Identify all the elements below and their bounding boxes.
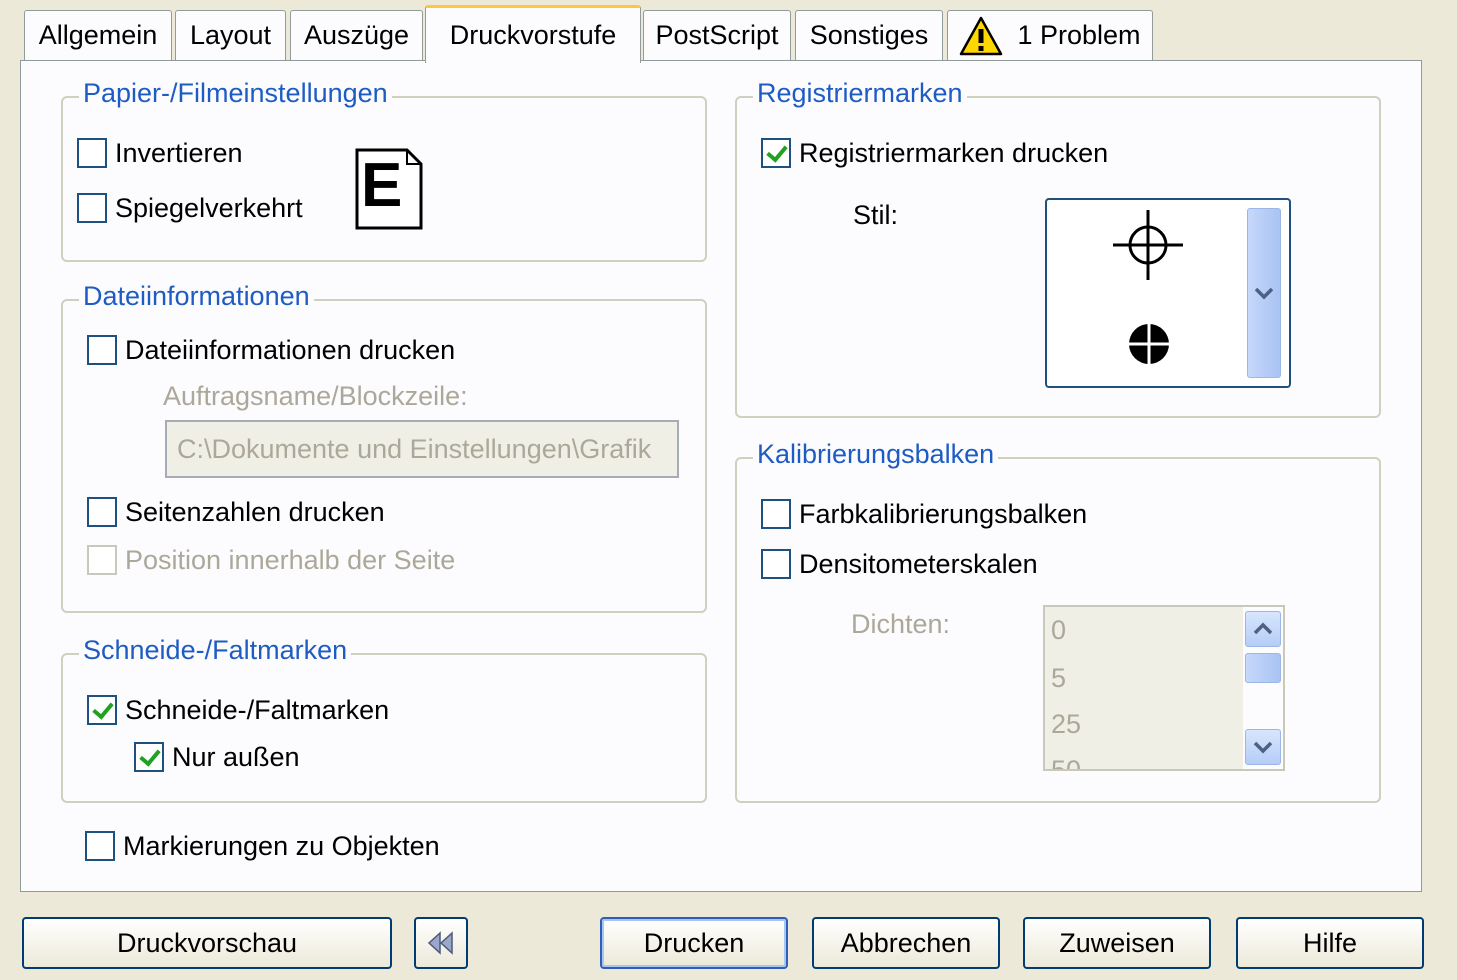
tab-problem[interactable]: 1 Problem <box>947 10 1153 60</box>
style-scrollbar[interactable] <box>1247 208 1281 378</box>
tab-layout[interactable]: Layout <box>175 10 286 60</box>
tab-druckvorstufe[interactable]: Druckvorstufe <box>425 5 641 63</box>
outside-only-checkbox[interactable] <box>134 742 164 772</box>
paper-group: Papier-/Filmeinstellungen Invertieren Sp… <box>61 78 707 262</box>
tab-label: Allgemein <box>38 20 158 50</box>
fileinfo-group-title: Dateiinformationen <box>79 281 314 312</box>
style-label: Stil: <box>853 200 899 230</box>
cutmarks-group: Schneide-/Faltmarken Schneide-/Faltmarke… <box>61 635 707 803</box>
chevron-up-icon <box>1253 622 1273 635</box>
mirror-label: Spiegelverkehrt <box>115 193 303 223</box>
rewind-icon <box>427 931 453 955</box>
tab-label: PostScript <box>655 20 779 50</box>
mirror-checkbox[interactable] <box>77 193 107 223</box>
jobname-input[interactable]: C:\Dokumente und Einstellungen\Grafik <box>165 420 679 478</box>
help-button[interactable]: Hilfe <box>1236 917 1424 969</box>
page-preview-icon: E <box>355 148 423 230</box>
densitometer-label: Densitometerskalen <box>799 549 1038 579</box>
fileinfo-print-label: Dateiinformationen drucken <box>125 335 456 365</box>
density-item[interactable]: 5 <box>1051 663 1066 694</box>
collapse-button[interactable] <box>414 917 468 969</box>
position-checkbox[interactable] <box>87 545 117 575</box>
tab-label: Layout <box>189 20 272 50</box>
outside-only-label: Nur außen <box>172 742 300 772</box>
scroll-down-button[interactable] <box>1245 729 1281 765</box>
apply-button[interactable]: Zuweisen <box>1023 917 1211 969</box>
tab-allgemein[interactable]: Allgemein <box>24 10 172 60</box>
invert-checkbox[interactable] <box>77 138 107 168</box>
densitometer-checkbox[interactable] <box>761 549 791 579</box>
cancel-button[interactable]: Abbrechen <box>812 917 1000 969</box>
pagenum-label: Seitenzahlen drucken <box>125 497 385 527</box>
position-label: Position innerhalb der Seite <box>125 545 456 575</box>
jobname-label: Auftragsname/Blockzeile: <box>163 381 468 411</box>
densities-scrollbar[interactable] <box>1243 607 1283 769</box>
tab-label: Sonstiges <box>809 20 929 50</box>
invert-label: Invertieren <box>115 138 243 168</box>
densities-listbox[interactable]: 0 5 25 50 <box>1043 605 1285 771</box>
style-listbox[interactable] <box>1045 198 1291 388</box>
regmarks-print-label: Registriermarken drucken <box>799 138 1109 168</box>
tab-label: 1 Problem <box>1017 20 1141 50</box>
regmarks-group: Registriermarken Registriermarken drucke… <box>735 78 1381 418</box>
crosshair-mark-option[interactable] <box>1111 208 1185 282</box>
objects-marks-label: Markierungen zu Objekten <box>123 831 440 861</box>
tab-label: Druckvorstufe <box>449 20 617 50</box>
tab-postscript[interactable]: PostScript <box>643 10 791 60</box>
density-item[interactable]: 0 <box>1051 615 1066 646</box>
objects-marks-checkbox[interactable] <box>85 831 115 861</box>
regmarks-group-title: Registriermarken <box>753 78 967 109</box>
color-calib-checkbox[interactable] <box>761 499 791 529</box>
calib-group: Kalibrierungsbalken Farbkalibrierungsbal… <box>735 439 1381 803</box>
print-preview-button[interactable]: Druckvorschau <box>22 917 392 969</box>
cutmarks-checkbox[interactable] <box>87 695 117 725</box>
scroll-thumb[interactable] <box>1245 653 1281 683</box>
scroll-up-button[interactable] <box>1245 611 1281 647</box>
regmarks-print-checkbox[interactable] <box>761 138 791 168</box>
print-button[interactable]: Drucken <box>600 917 788 969</box>
preview-letter: E <box>361 151 403 220</box>
pagenum-checkbox[interactable] <box>87 497 117 527</box>
chevron-down-icon <box>1253 741 1273 754</box>
solid-mark-option[interactable] <box>1127 322 1171 366</box>
tab-auszuege[interactable]: Auszüge <box>290 10 423 60</box>
tab-label: Auszüge <box>303 20 410 50</box>
tab-panel: Papier-/Filmeinstellungen Invertieren Sp… <box>20 60 1422 892</box>
tab-sonstiges[interactable]: Sonstiges <box>795 10 943 60</box>
color-calib-label: Farbkalibrierungsbalken <box>799 499 1088 529</box>
cutmarks-label: Schneide-/Faltmarken <box>125 695 390 725</box>
fileinfo-group: Dateiinformationen Dateiinformationen dr… <box>61 281 707 613</box>
cutmarks-group-title: Schneide-/Faltmarken <box>79 635 352 666</box>
fileinfo-print-checkbox[interactable] <box>87 335 117 365</box>
density-item[interactable]: 25 <box>1051 709 1081 740</box>
densities-label: Dichten: <box>851 609 951 639</box>
warning-icon <box>960 16 1003 55</box>
chevron-down-icon <box>1254 287 1274 300</box>
calib-group-title: Kalibrierungsbalken <box>753 439 999 470</box>
density-item[interactable]: 50 <box>1051 755 1081 769</box>
paper-group-title: Papier-/Filmeinstellungen <box>79 78 392 109</box>
